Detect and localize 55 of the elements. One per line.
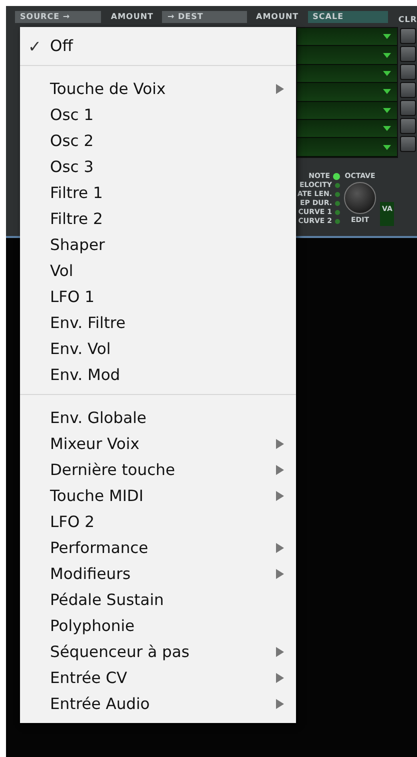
- menu-item[interactable]: Performance: [20, 535, 296, 561]
- column-header: → DEST: [162, 11, 248, 23]
- column-header: AMOUNT: [255, 11, 300, 23]
- column-header: AMOUNT: [110, 11, 154, 23]
- menu-item[interactable]: Entrée CV: [20, 665, 296, 691]
- menu-item[interactable]: Pédale Sustain: [20, 587, 296, 613]
- column-header: CLR: [398, 14, 417, 24]
- clear-button[interactable]: [400, 100, 416, 116]
- menu-item[interactable]: Mixeur Voix: [20, 431, 296, 457]
- scale-dropdown[interactable]: [297, 102, 397, 120]
- caret-icon: [383, 89, 391, 94]
- column-header: SCALE: [308, 11, 388, 23]
- scale-dropdown[interactable]: [297, 64, 397, 84]
- caret-icon: [383, 108, 391, 113]
- clear-button[interactable]: [400, 28, 416, 44]
- menu-item[interactable]: Env. Mod: [20, 362, 296, 388]
- scale-dropdown[interactable]: [297, 138, 397, 157]
- scale-dropdown[interactable]: [297, 120, 397, 138]
- menu-item[interactable]: Vol: [20, 258, 296, 284]
- menu-item[interactable]: Touche MIDI: [20, 483, 296, 509]
- clear-button[interactable]: [400, 82, 416, 98]
- clear-button[interactable]: [400, 64, 416, 80]
- caret-icon: [383, 70, 391, 76]
- menu-item[interactable]: Séquenceur à pas: [20, 639, 296, 665]
- menu-item[interactable]: Polyphonie: [20, 613, 296, 639]
- menu-item[interactable]: Osc 1: [20, 102, 296, 128]
- menu-item[interactable]: Filtre 2: [20, 206, 296, 232]
- caret-icon: [383, 126, 391, 132]
- check-icon: ✓: [28, 36, 42, 56]
- menu-item[interactable]: Shaper: [20, 232, 296, 258]
- caret-icon: [383, 34, 391, 40]
- scale-dropdown[interactable]: [297, 46, 397, 65]
- scale-dropdown[interactable]: [297, 28, 397, 46]
- menu-item[interactable]: Osc 2: [20, 128, 296, 154]
- menu-item[interactable]: Osc 3: [20, 154, 296, 180]
- menu-item[interactable]: Filtre 1: [20, 180, 296, 206]
- menu-item[interactable]: ✓ Off: [20, 33, 296, 59]
- menu-item[interactable]: Env. Globale: [20, 405, 296, 431]
- clear-button[interactable]: [400, 46, 416, 62]
- menu-item[interactable]: Env. Vol: [20, 336, 296, 362]
- menu-item[interactable]: LFO 1: [20, 284, 296, 310]
- menu-item[interactable]: Env. Filtre: [20, 310, 296, 336]
- caret-icon: [383, 52, 391, 58]
- menu-item[interactable]: Dernière touche: [20, 457, 296, 483]
- clear-button[interactable]: [400, 118, 416, 134]
- menu-item[interactable]: Entrée Audio: [20, 691, 296, 717]
- clear-button[interactable]: [400, 136, 416, 152]
- menu-item[interactable]: Modifieurs: [20, 561, 296, 587]
- scale-dropdown[interactable]: [297, 83, 397, 102]
- menu-item[interactable]: Touche de Voix: [20, 76, 296, 102]
- edit-knob[interactable]: [344, 182, 376, 214]
- led-icon[interactable]: [333, 172, 340, 180]
- menu-item[interactable]: LFO 2: [20, 509, 296, 535]
- column-header: SOURCE →: [15, 11, 102, 23]
- caret-icon: [383, 144, 391, 150]
